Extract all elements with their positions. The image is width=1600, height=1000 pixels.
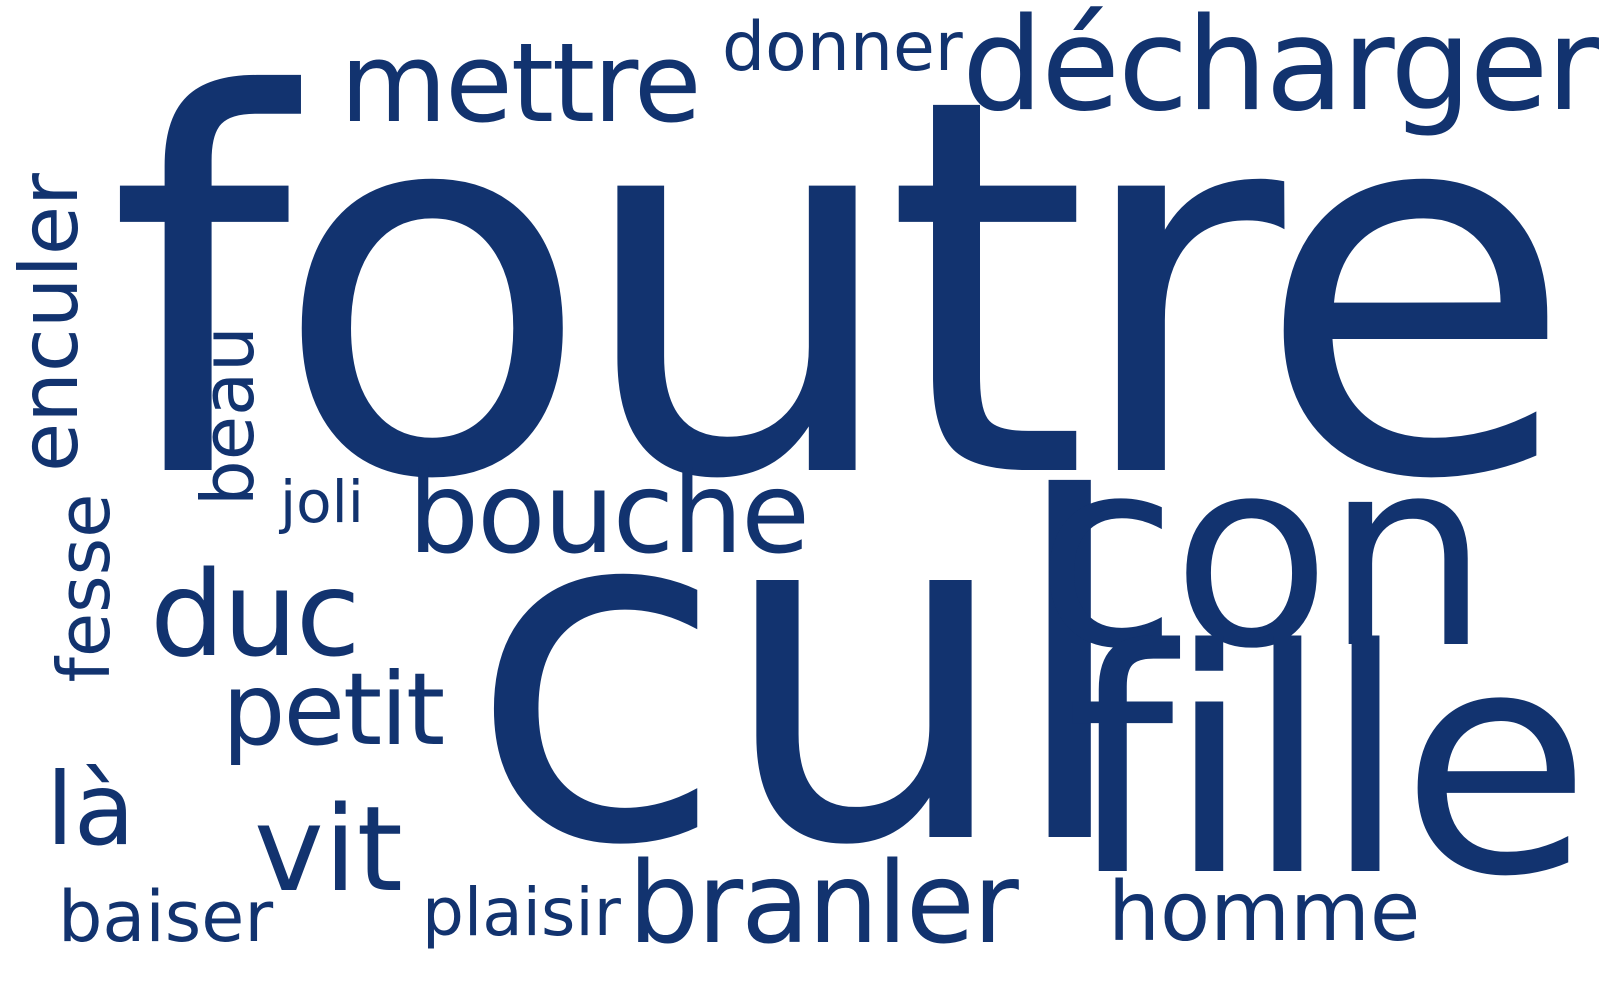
word-donner: donner: [722, 8, 963, 87]
word-bouche: bouche: [408, 449, 810, 579]
word-plaisir: plaisir: [422, 874, 621, 951]
word-vit: vit: [254, 780, 403, 918]
word-fesse: fesse: [42, 493, 126, 683]
word-enculer: enculer: [3, 173, 96, 472]
word-beau: beau: [186, 326, 270, 506]
word-mettre: mettre: [340, 19, 702, 147]
word-joli: joli: [280, 468, 364, 536]
word-baiser: baiser: [58, 876, 274, 958]
word-homme: homme: [1108, 865, 1421, 960]
word-branler: branler: [628, 839, 1019, 969]
word-la: là: [46, 751, 136, 868]
word-decharger: décharger: [962, 0, 1599, 140]
word-petit: petit: [222, 651, 445, 768]
word-cloud: foutre cul con fille décharger mettre do…: [0, 0, 1600, 1000]
